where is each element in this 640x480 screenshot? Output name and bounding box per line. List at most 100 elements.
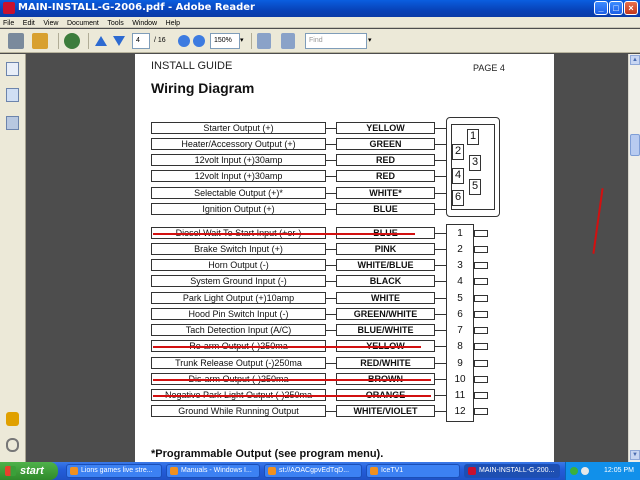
terminal-stub [474, 392, 488, 399]
maximize-button[interactable]: □ [609, 1, 623, 15]
terminal-stub [474, 278, 488, 285]
page-title: Wiring Diagram [151, 80, 255, 96]
connector-pin-number: 5 [457, 293, 463, 304]
wire-label: Trunk Release Output (-)250ma [151, 357, 326, 369]
connector-pin-number: 2 [457, 244, 463, 255]
document-view[interactable]: INSTALL GUIDE PAGE 4 Wiring Diagram Star… [26, 54, 628, 462]
wire-color: BLUE [336, 203, 435, 215]
taskbar-item-label: IceTV1 [381, 467, 404, 474]
scroll-thumb[interactable] [630, 134, 640, 156]
taskbar-item-label: st://AOACgpvEdTqD... [279, 467, 350, 474]
wire-lead [435, 314, 446, 315]
wire-color: BLACK [336, 275, 435, 287]
strikethrough-annotation [153, 233, 415, 235]
find-input[interactable]: Find [305, 33, 367, 49]
bookmarks-icon[interactable] [6, 88, 19, 102]
page-number-input[interactable]: 4 [132, 33, 150, 49]
wire-color: WHITE* [336, 187, 435, 199]
print-icon[interactable] [8, 33, 24, 49]
wire-label: Selectable Output (+)* [151, 187, 326, 199]
email-icon[interactable] [32, 33, 48, 49]
wire-lead [435, 233, 446, 234]
connector-pin-number: 11 [454, 390, 466, 401]
comments-icon[interactable] [6, 412, 19, 426]
fit-width-icon[interactable] [281, 33, 295, 49]
taskbar-item-active[interactable]: MAIN-INSTALL-G-200... [464, 464, 560, 478]
wire-label: Tach Detection Input (A/C) [151, 324, 326, 336]
wire-lead [326, 314, 336, 315]
adobe-reader-icon [468, 467, 476, 475]
pdf-page: INSTALL GUIDE PAGE 4 Wiring Diagram Star… [135, 54, 554, 462]
taskbar-item[interactable]: IceTV1 [366, 464, 460, 478]
zoom-in-icon[interactable] [193, 35, 205, 47]
wire-lead [326, 411, 336, 412]
wire-lead [435, 265, 446, 266]
wire-label: System Ground Input (-) [151, 275, 326, 287]
wire-color: WHITE/VIOLET [336, 405, 435, 417]
signatures-icon[interactable] [6, 116, 19, 130]
taskbar-item[interactable]: Manuals - Windows I... [166, 464, 260, 478]
wire-lead [435, 128, 446, 129]
wire-lead [326, 281, 336, 282]
find-dropdown-icon[interactable]: ▾ [368, 33, 372, 49]
menu-document[interactable]: Document [64, 18, 102, 29]
close-button[interactable]: × [624, 1, 638, 15]
connector-pin-number: 7 [457, 325, 463, 336]
wire-lead [435, 346, 446, 347]
wire-label: Ground While Running Output [151, 405, 326, 417]
wire-label: Park Light Output (+)10amp [151, 292, 326, 304]
wire-label: Starter Output (+) [151, 122, 326, 134]
pages-icon[interactable] [6, 62, 19, 76]
taskbar-item[interactable]: Lions games live stre... [66, 464, 162, 478]
wire-lead [326, 363, 336, 364]
terminal-stub [474, 230, 488, 237]
wire-lead [435, 281, 446, 282]
zoom-out-icon[interactable] [178, 35, 190, 47]
scroll-up-icon[interactable]: ▲ [630, 55, 640, 65]
terminal-stub [474, 295, 488, 302]
menu-file[interactable]: File [0, 18, 17, 29]
connector-pin-number: 4 [457, 276, 463, 287]
menu-tools[interactable]: Tools [104, 18, 126, 29]
window-title: MAIN-INSTALL-G-2006.pdf - Adobe Reader [18, 2, 255, 13]
minimize-button[interactable]: _ [594, 1, 608, 15]
fit-page-icon[interactable] [257, 33, 271, 49]
page-total: / 16 [154, 37, 166, 44]
wire-color: RED [336, 170, 435, 182]
taskbar-item-label: MAIN-INSTALL-G-200... [479, 467, 555, 474]
next-page-icon[interactable] [113, 36, 125, 46]
connector-pin: 3 [469, 155, 481, 171]
attachments-icon[interactable] [6, 438, 19, 452]
clock[interactable]: 12:05 PM [604, 462, 634, 480]
previous-page-icon[interactable] [95, 36, 107, 46]
connector-pin: 4 [452, 168, 464, 184]
connector-pin-number: 8 [457, 341, 463, 352]
menu-view[interactable]: View [40, 18, 61, 29]
vertical-scrollbar[interactable]: ▲ ▼ [628, 54, 640, 462]
search-web-icon[interactable] [64, 33, 80, 49]
zoom-dropdown-icon[interactable]: ▾ [240, 33, 244, 49]
menu-edit[interactable]: Edit [20, 18, 38, 29]
system-tray: 12:05 PM [565, 462, 640, 480]
wire-lead [326, 176, 336, 177]
network-icon[interactable] [570, 467, 578, 475]
wire-lead [435, 298, 446, 299]
wire-lead [435, 395, 446, 396]
wire-lead [326, 249, 336, 250]
wire-label: Heater/Accessory Output (+) [151, 138, 326, 150]
wire-color: BLUE/WHITE [336, 324, 435, 336]
zoom-level-field[interactable]: 150% [210, 33, 240, 49]
browser-icon [170, 467, 178, 475]
start-label: start [20, 465, 44, 477]
scroll-down-icon[interactable]: ▼ [630, 450, 640, 460]
wire-color: WHITE/BLUE [336, 259, 435, 271]
wire-lead [326, 298, 336, 299]
menu-window[interactable]: Window [129, 18, 160, 29]
menu-help[interactable]: Help [163, 18, 183, 29]
wire-color: GREEN [336, 138, 435, 150]
start-button[interactable]: start [0, 462, 58, 480]
wire-color: PINK [336, 243, 435, 255]
volume-icon[interactable] [581, 467, 589, 475]
wire-lead [435, 330, 446, 331]
taskbar-item[interactable]: st://AOACgpvEdTqD... [264, 464, 362, 478]
